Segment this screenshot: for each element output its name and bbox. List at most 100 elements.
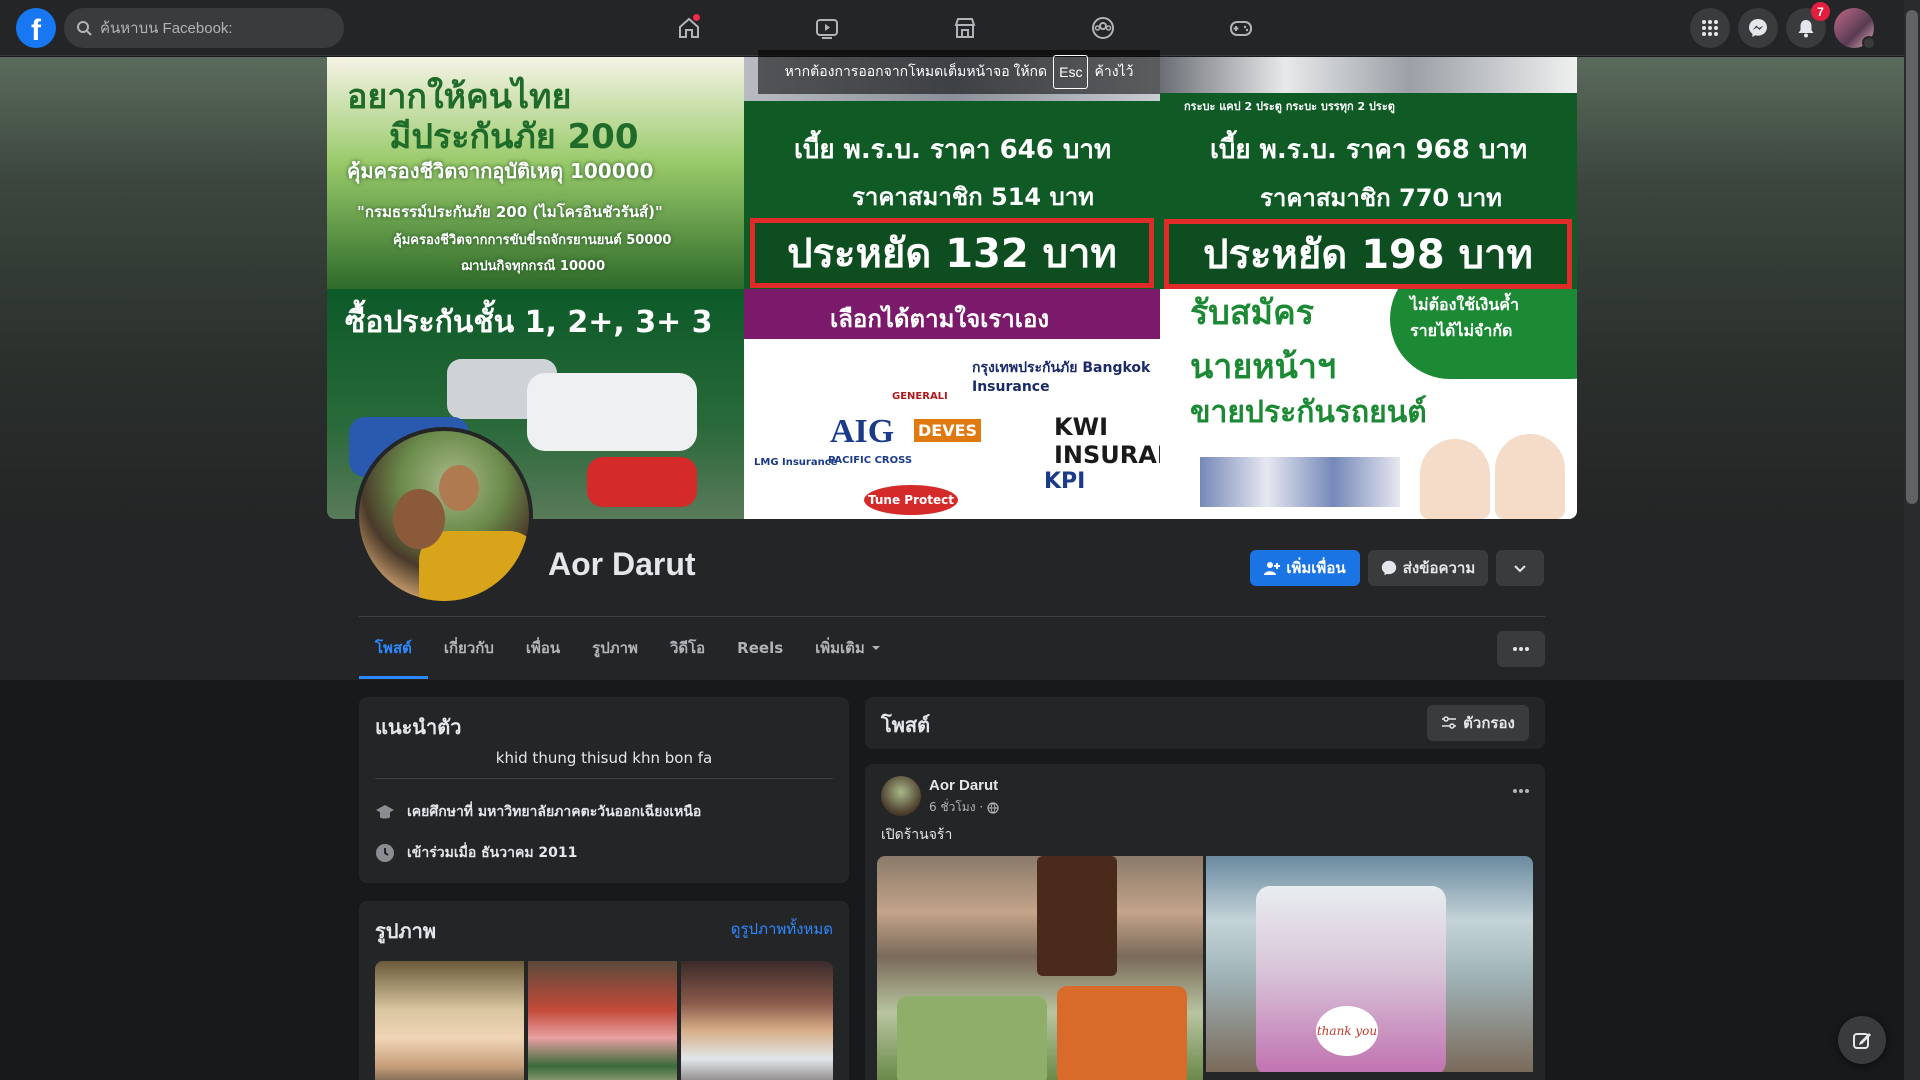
photo-detail <box>393 489 445 549</box>
marketplace-icon <box>954 18 976 38</box>
insurer-logo-strip <box>1200 457 1400 507</box>
home-notification-dot <box>693 14 700 21</box>
tab-posts[interactable]: โพสต์ <box>359 617 428 679</box>
filter-icon <box>1442 716 1457 729</box>
cover-text: "กรมธรรม์ประกันภัย 200 (ไมโครอินชัวรันส์… <box>357 203 663 221</box>
messenger-button[interactable] <box>1738 8 1778 48</box>
nav-groups[interactable] <box>1034 0 1172 56</box>
globe-icon <box>987 801 999 814</box>
search-box[interactable] <box>64 8 344 48</box>
search-input[interactable] <box>100 19 330 37</box>
cover-tile-price-968: กระบะ แคป 2 ประตู กระบะ บรรทุก 2 ประตู เ… <box>1160 57 1577 289</box>
cover-text: DEVES <box>914 419 982 442</box>
cover-text: ราคาสมาชิก 770 บาท <box>1260 184 1503 212</box>
notifications-button[interactable]: 7 <box>1786 2 1830 48</box>
message-label: ส่งข้อความ <box>1402 559 1476 577</box>
intro-card: แนะนำตัว khid thung thisud khn bon fa เค… <box>359 697 849 883</box>
posts-title: โพสต์ <box>881 713 931 737</box>
more-dots-icon <box>1513 789 1529 793</box>
notice-text: หากต้องการออกจากโหมดเต็มหน้าจอ ให้กด <box>784 63 1048 79</box>
filter-button[interactable]: ตัวกรอง <box>1427 705 1529 741</box>
cover-tile-insurer-logos: เลือกได้ตามใจเราเอง AIG GENERALI กรุงเทพ… <box>744 289 1160 519</box>
post-options-button[interactable] <box>1513 780 1529 798</box>
new-message-button[interactable] <box>1838 1016 1886 1064</box>
cover-text: ซื้อประกันชั้น 1, 2+, 3+ 3 <box>345 305 713 340</box>
post-timestamp[interactable]: 6 ชั่วโมง · <box>929 798 983 817</box>
intro-bio: khid thung thisud khn bon fa <box>495 749 713 767</box>
intro-education-text[interactable]: เคยศึกษาที่ มหาวิทยาลัยภาคตะวันออกเฉียงเ… <box>407 801 701 823</box>
messenger-icon <box>1749 19 1767 37</box>
notice-text: ค้างไว้ <box>1094 63 1134 79</box>
account-avatar[interactable] <box>1834 8 1876 50</box>
add-friend-label: เพิ่มเพื่อน <box>1286 559 1346 577</box>
photos-card: รูปภาพ ดูรูปภาพทั้งหมด <box>359 901 849 1080</box>
graduation-cap-icon <box>376 805 394 819</box>
messenger-icon <box>1381 560 1396 576</box>
see-all-photos-link[interactable]: ดูรูปภาพทั้งหมด <box>731 917 833 941</box>
top-navigation-bar: f 7 <box>0 0 1904 56</box>
cartoon-figure <box>1495 434 1565 519</box>
watch-icon <box>816 19 838 39</box>
post-photo[interactable]: thank you <box>1206 856 1533 1072</box>
bell-icon <box>1798 20 1814 38</box>
cover-text: ขายประกันรถยนต์ <box>1190 395 1427 430</box>
groups-icon <box>1092 17 1114 39</box>
photo-thumbnail[interactable] <box>528 961 677 1080</box>
cover-text: เลือกได้ตามใจเราเอง <box>830 305 1050 333</box>
post-card: Aor Darut 6 ชั่วโมง · เปิดร้านจร้า thank… <box>865 764 1545 1080</box>
filter-label: ตัวกรอง <box>1463 714 1515 732</box>
post-author-name[interactable]: Aor Darut <box>929 777 998 794</box>
cover-text: AIG <box>830 413 895 450</box>
message-button[interactable]: ส่งข้อความ <box>1368 550 1488 586</box>
cover-text: ประหยัด 198 บาท <box>1164 219 1572 289</box>
profile-options-button[interactable] <box>1496 550 1544 586</box>
nav-marketplace[interactable] <box>896 0 1034 56</box>
cover-text: คุ้มครองชีวิตจากอุบัติเหตุ 100000 <box>347 159 654 183</box>
post-meta: 6 ชั่วโมง · <box>929 798 999 817</box>
tab-more[interactable]: เพิ่มเติม <box>799 617 897 679</box>
intro-education: เคยศึกษาที่ มหาวิทยาลัยภาคตะวันออกเฉียงเ… <box>375 801 701 823</box>
cover-text: รับสมัคร <box>1190 293 1315 333</box>
nav-watch[interactable] <box>758 0 896 56</box>
intro-joined: เข้าร่วมเมื่อ ธันวาคม 2011 <box>375 842 577 864</box>
photo-thumbnail[interactable] <box>375 961 524 1080</box>
car-image <box>527 373 697 451</box>
profile-tabs: โพสต์ เกี่ยวกับ เพื่อน รูปภาพ วิดีโอ Ree… <box>359 617 897 679</box>
cover-text: คุ้มครองชีวิตจากการขับขี่รถจักรยานยนต์ 5… <box>393 233 672 248</box>
tab-reels[interactable]: Reels <box>721 617 799 679</box>
cover-text: Tune Protect <box>864 485 958 515</box>
cover-text: ฌาปนกิจทุกกรณี 10000 <box>461 259 606 274</box>
cover-text: กระบะ แคป 2 ประตู กระบะ บรรทุก 2 ประตู <box>1184 100 1395 113</box>
profile-picture[interactable] <box>355 427 533 605</box>
facebook-logo[interactable]: f <box>16 8 56 48</box>
cover-photo[interactable]: อยากให้คนไทย มีประกันภัย 200 คุ้มครองชีว… <box>327 57 1577 519</box>
tab-friends[interactable]: เพื่อน <box>510 617 576 679</box>
cover-tile-agent-recruit: รับสมัคร ไม่ต้องใช้เงินค้ำ รายได้ไม่จำกั… <box>1160 289 1577 519</box>
menu-button[interactable] <box>1690 8 1730 48</box>
tabs-more-options-button[interactable] <box>1497 631 1545 667</box>
post-photo[interactable] <box>877 856 1203 1080</box>
esc-key-label: Esc <box>1053 55 1089 89</box>
add-friend-button[interactable]: เพิ่มเพื่อน <box>1250 550 1360 586</box>
photo-thumbnail[interactable] <box>681 961 833 1080</box>
cover-text: PACIFIC CROSS <box>828 455 913 466</box>
cover-text: กรุงเทพประกันภัย Bangkok Insurance <box>972 360 1151 395</box>
nav-home[interactable] <box>620 0 758 56</box>
page-scrollbar-thumb[interactable] <box>1906 10 1918 504</box>
post-text: เปิดร้านจร้า <box>881 827 953 843</box>
tab-about[interactable]: เกี่ยวกับ <box>428 617 510 679</box>
jar <box>1037 856 1117 976</box>
menu-grid-icon <box>1702 20 1718 36</box>
caret-down-icon <box>871 646 880 650</box>
photo-detail <box>439 465 479 511</box>
tab-videos[interactable]: วิดีโอ <box>654 617 721 679</box>
profile-name: Aor Darut <box>548 546 696 582</box>
post-author-avatar[interactable] <box>881 776 921 816</box>
intro-title: แนะนำตัว <box>375 715 462 739</box>
nav-gaming[interactable] <box>1172 0 1310 56</box>
account-controls: 7 <box>1690 2 1876 50</box>
intro-divider <box>375 778 833 779</box>
search-icon <box>77 21 92 36</box>
intro-joined-text: เข้าร่วมเมื่อ ธันวาคม 2011 <box>407 845 578 861</box>
tab-photos[interactable]: รูปภาพ <box>576 617 654 679</box>
